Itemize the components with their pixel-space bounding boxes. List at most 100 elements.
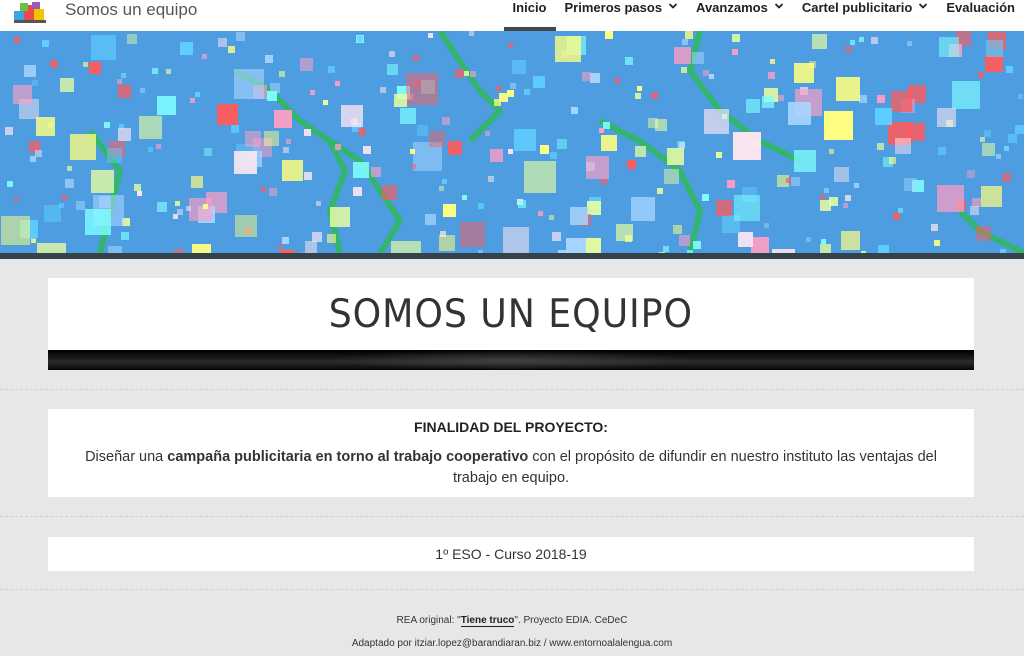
hero-square <box>406 73 438 105</box>
hero-square <box>380 87 386 93</box>
hero-square <box>195 92 200 97</box>
hero-square <box>305 241 317 253</box>
hero-square <box>312 232 322 242</box>
hero-square <box>411 164 416 169</box>
hero-square <box>746 99 760 113</box>
hero-square <box>274 110 292 128</box>
hero-square <box>788 102 811 125</box>
hero-square <box>518 200 526 208</box>
hero-square <box>70 134 96 160</box>
hero-square <box>571 107 578 114</box>
hero-square <box>323 100 328 105</box>
hero-square <box>770 59 775 64</box>
hero-square <box>245 131 261 147</box>
hero-square <box>664 169 679 184</box>
hero-square <box>508 149 513 154</box>
top-navbar: Somos un equipo Inicio Primeros pasos Avan… <box>0 0 1024 31</box>
hero-square <box>599 128 604 133</box>
hero-square <box>820 244 831 253</box>
hero-square <box>217 104 238 125</box>
footer-credit-suffix: ". Proyecto EDIA. CeDeC <box>514 615 628 626</box>
hero-square <box>462 195 467 200</box>
hero-square <box>734 195 760 221</box>
hero-square <box>834 167 849 182</box>
chevron-down-icon <box>774 3 783 9</box>
nav-item-avanzamos[interactable]: Avanzamos <box>687 0 793 31</box>
hero-square <box>702 194 709 201</box>
hero-square <box>931 224 938 231</box>
hero-square <box>42 40 49 47</box>
hero-square <box>603 122 610 129</box>
hero-square <box>824 188 829 193</box>
hero-square <box>605 31 613 39</box>
hero-square <box>152 68 158 74</box>
hero-square <box>300 58 313 71</box>
hero-square <box>794 63 814 83</box>
hero-square <box>67 166 72 171</box>
hero-square <box>269 188 277 196</box>
hero-square <box>448 141 462 155</box>
hero-square <box>429 131 445 147</box>
hero-square <box>470 71 476 77</box>
hero-square <box>566 238 586 253</box>
hero-square <box>24 65 36 77</box>
hero-square <box>236 32 245 41</box>
hero-square <box>157 202 167 212</box>
hero-square <box>460 222 485 247</box>
hero-square <box>794 150 816 172</box>
hero-square <box>464 71 469 76</box>
hero-square <box>762 96 774 108</box>
hero-square <box>510 83 516 89</box>
hero-square <box>148 147 153 152</box>
hero-square <box>570 207 588 225</box>
hero-square <box>938 147 946 155</box>
hero-square <box>118 128 131 141</box>
hero-square <box>703 70 709 76</box>
hero-square <box>330 207 350 227</box>
site-logo[interactable] <box>12 1 48 25</box>
original-resource-link[interactable]: Tiene truco <box>460 615 515 627</box>
hero-square <box>202 54 207 59</box>
hero-square <box>279 71 285 77</box>
nav-item-evaluación[interactable]: Evaluación <box>937 0 1024 31</box>
purpose-text-bold: campaña publicitaria en torno al trabajo… <box>167 449 529 465</box>
hero-square <box>681 67 687 73</box>
hero-square <box>443 204 456 217</box>
hero-square <box>503 227 529 253</box>
hero-square <box>850 40 855 45</box>
hero-square <box>192 244 211 253</box>
hero-square <box>601 135 617 151</box>
hero-square <box>738 232 753 247</box>
hero-square <box>139 116 162 139</box>
hero-square <box>824 111 853 140</box>
hero-square <box>231 125 239 133</box>
hero-square <box>357 36 363 42</box>
hero-square <box>488 176 494 182</box>
hero-square <box>30 233 36 239</box>
hero-square <box>283 147 289 153</box>
purpose-text: Diseñar una campaña publicitaria en torn… <box>61 447 961 489</box>
hero-square <box>234 151 257 174</box>
hero-square <box>218 38 227 47</box>
hero-square <box>549 215 554 220</box>
hero-square <box>806 237 811 242</box>
hero-square <box>351 118 358 125</box>
hero-square <box>996 154 1001 159</box>
hero-square <box>845 46 852 53</box>
hero-square <box>657 188 663 194</box>
nav-item-primeros-pasos[interactable]: Primeros pasos <box>556 0 688 31</box>
hero-square <box>442 117 450 125</box>
hero-square <box>980 137 985 142</box>
hero-square <box>267 91 277 101</box>
nav-item-inicio[interactable]: Inicio <box>503 0 556 31</box>
hero-square <box>228 46 235 53</box>
hero-square <box>127 34 137 44</box>
hero-square <box>32 80 38 86</box>
hero-square <box>679 235 690 246</box>
site-title[interactable]: Somos un equipo <box>65 0 197 20</box>
hero-square <box>778 95 784 101</box>
hero-square <box>635 146 646 157</box>
hero-square <box>190 98 195 103</box>
nav-item-cartel-publicitario[interactable]: Cartel publicitario <box>793 0 938 31</box>
hero-square <box>353 162 369 178</box>
